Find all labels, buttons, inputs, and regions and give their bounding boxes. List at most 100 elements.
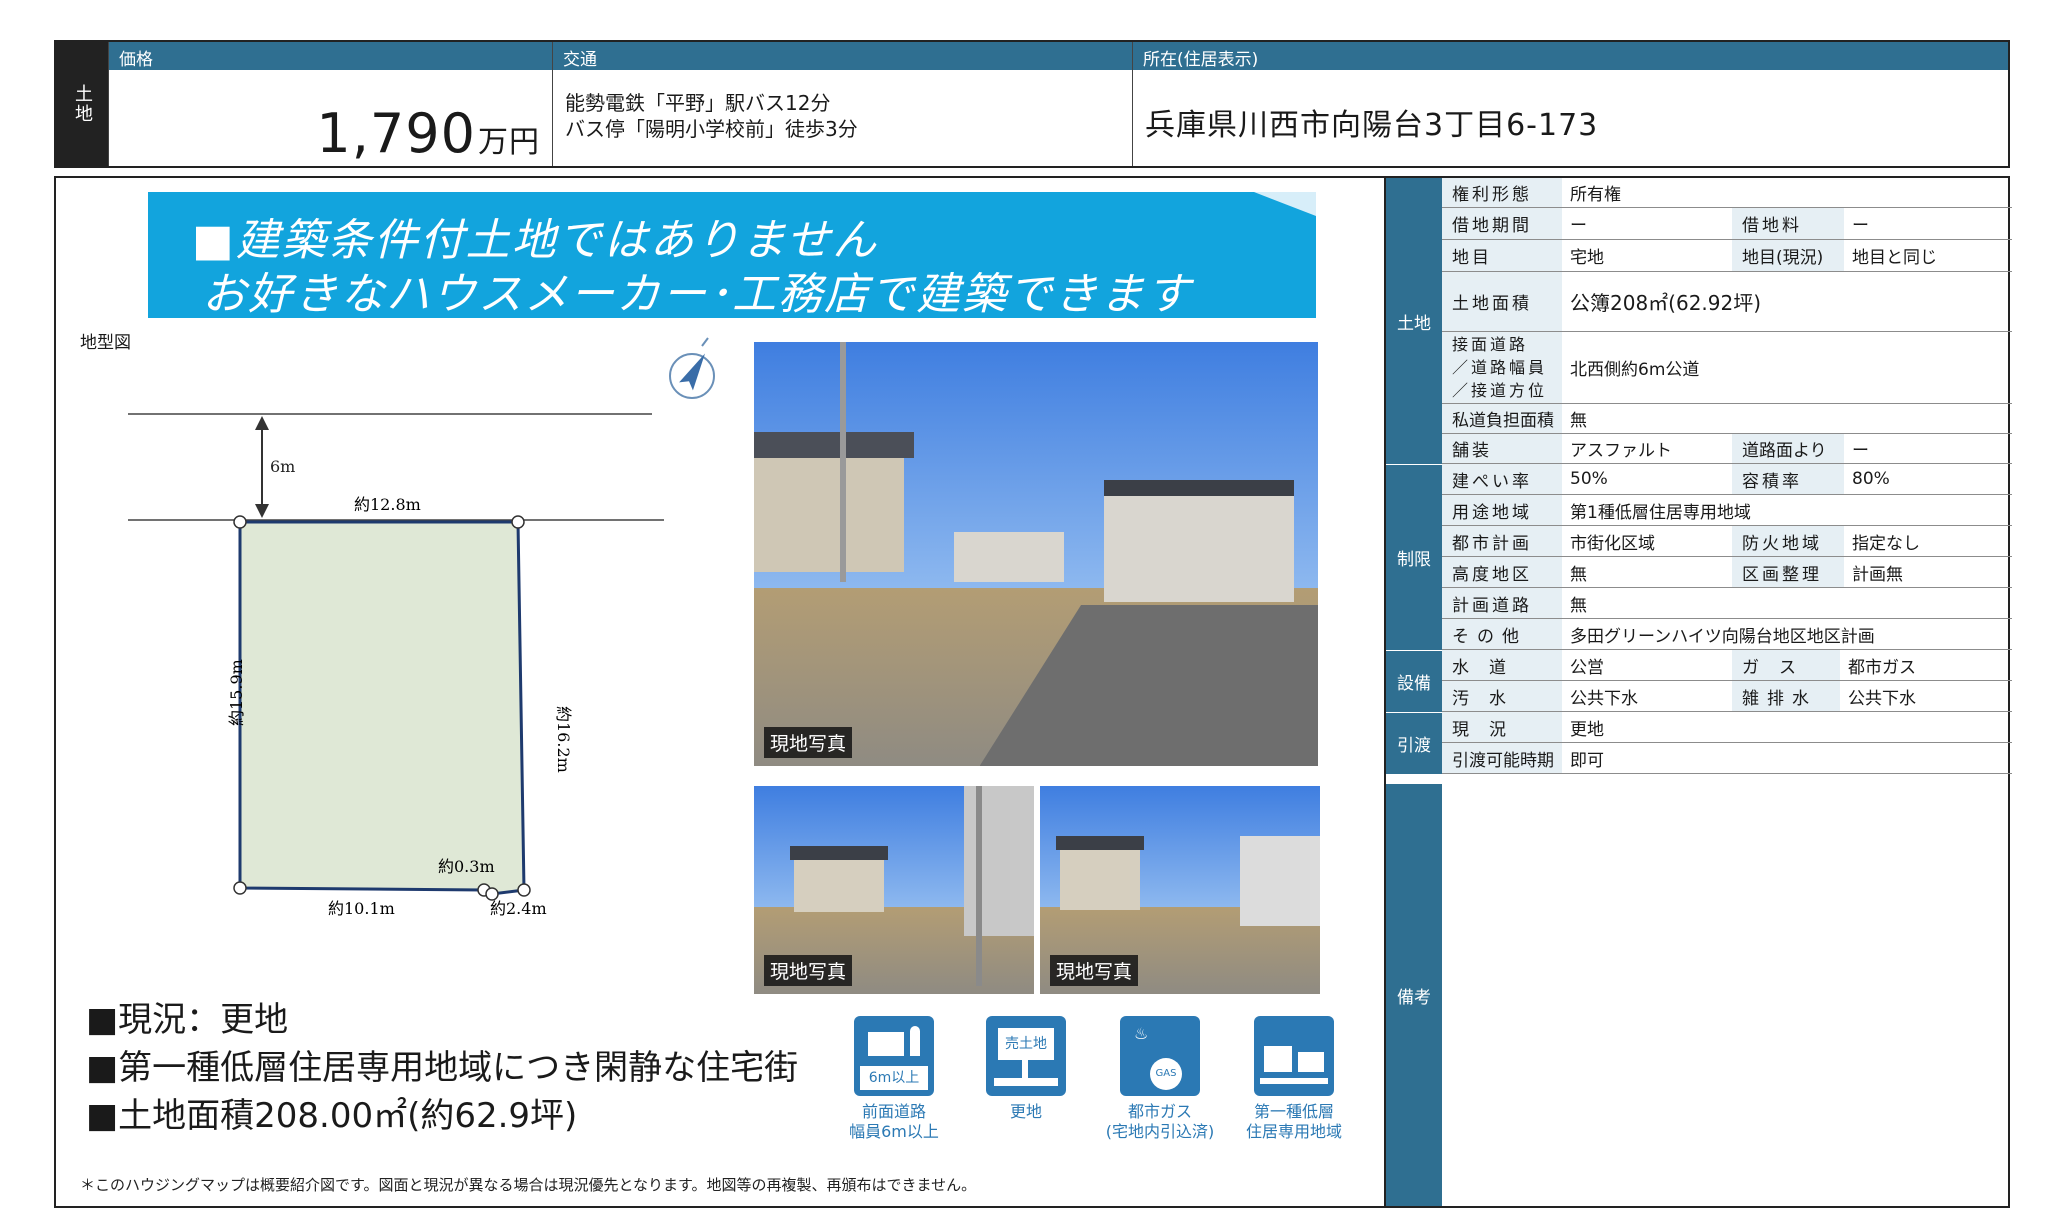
land-type-key: 地目 [1442, 240, 1562, 271]
right-edge-length: 約16.2m [554, 706, 573, 773]
gas-key: ガス [1732, 650, 1840, 680]
site-photo-right: 現地写真 [1040, 786, 1320, 994]
lot-shape [238, 520, 526, 896]
feature-vacant-land: 売土地 更地 [966, 1016, 1086, 1122]
feature-residential-zone: 第一種低層 住居専用地域 [1234, 1016, 1354, 1142]
band-facility: 設備 [1386, 650, 1442, 712]
other-value: 多田グリーンハイツ向陽台地区地区計画 [1570, 626, 1875, 647]
residential-zone-icon [1254, 1016, 1334, 1096]
photo-caption-left: 現地写真 [764, 955, 853, 986]
readjust-value: 計画無 [1852, 564, 1903, 585]
row-height-district: 高度地区 無 区画整理 計画無 [1442, 557, 2012, 588]
readjust-key: 区画整理 [1732, 557, 1844, 587]
photo-caption-main: 現地写真 [764, 727, 853, 758]
row-city-plan: 都市計画 市街化区域 防火地域 指定なし [1442, 526, 2012, 557]
bcr-key: 建ぺい率 [1442, 464, 1562, 494]
left-edge-length: 約15.9m [227, 659, 246, 726]
row-road: 接面道路 ／道路幅員 ／接道方位 北西側約6m公道 [1442, 332, 2012, 404]
sewage-key: 汚水 [1442, 681, 1562, 711]
row-water-gas: 水道 公営 ガス 都市ガス [1442, 650, 2012, 681]
road-height-key: 道路面より [1732, 434, 1844, 463]
feature-gas-label-1: 都市ガス [1127, 1102, 1192, 1121]
lease-fee-value: ー [1852, 216, 1869, 236]
highlights-list: ■現況：更地 ■第一種低層住居専用地域につき閑静な住宅街 ■土地面積208.00… [86, 996, 798, 1140]
feature-road-width: 6m以上 前面道路 幅員6m以上 [834, 1016, 954, 1142]
handover-key: 引渡可能時期 [1442, 743, 1562, 773]
road-key: 接面道路 ／道路幅員 ／接道方位 [1442, 332, 1562, 403]
band-handover: 引渡 [1386, 712, 1442, 774]
private-road-key: 私道負担面積 [1442, 404, 1562, 433]
feature-vacant-label: 更地 [1009, 1102, 1042, 1121]
feature-road-label-2: 幅員6m以上 [849, 1122, 939, 1141]
promo-banner: ■建築条件付土地ではありません お好きなハウスメーカー･工務店で建築できます [148, 192, 1316, 318]
road-icon: 6m以上 [854, 1016, 934, 1096]
fire-zone-key: 防火地域 [1732, 526, 1844, 556]
paving-value: アスファルト [1570, 441, 1672, 461]
price-label: 価格 [109, 42, 552, 70]
city-plan-key: 都市計画 [1442, 526, 1562, 556]
disclaimer-footnote: ＊このハウジングマップは概要紹介図です。図面と現況が異なる場合は現況優先となりま… [80, 1176, 977, 1194]
area-key: 土地面積 [1442, 272, 1562, 331]
height-district-key: 高度地区 [1442, 557, 1562, 587]
traffic-line-bus: バス停「陽明小学校前」徒歩3分 [565, 117, 858, 141]
category-tag: 土地 [56, 42, 108, 166]
city-plan-value: 市街化区域 [1570, 533, 1655, 554]
row-other: その他 多田グリーンハイツ向陽台地区地区計画 [1442, 619, 2012, 650]
sewage-value: 公共下水 [1570, 688, 1638, 709]
address-value: 兵庫県川西市向陽台3丁目6-173 [1145, 108, 1599, 143]
area-value: 公簿208㎡(62.92坪) [1570, 291, 1762, 315]
highlight-area: ■土地面積208.00㎡(約62.9坪) [86, 1096, 578, 1136]
feature-road-label-1: 前面道路 [861, 1102, 926, 1121]
property-spec-table: 土地 制限 設備 引渡 備考 権利形態 所有権 借地期間 ー 借地料 ー 地目 … [1384, 178, 2012, 1206]
status-value: 更地 [1570, 719, 1604, 740]
road-height-value: ー [1852, 441, 1869, 461]
north-compass-icon [669, 337, 715, 399]
row-status: 現況 更地 [1442, 712, 2012, 743]
bottom-edge-length: 約10.1m [328, 899, 395, 918]
price-number: 1,790 [316, 102, 476, 165]
city-gas-icon: ♨ GAS [1120, 1016, 1200, 1096]
zoning-key: 用途地域 [1442, 495, 1562, 525]
water-key: 水道 [1442, 650, 1562, 680]
address-column: 所在(住居表示) 兵庫県川西市向陽台3丁目6-173 [1132, 42, 2008, 166]
road-value: 北西側約6m公道 [1570, 360, 1700, 380]
small-edge-length: 約0.3m [438, 857, 495, 876]
row-private-road: 私道負担面積 無 [1442, 404, 2012, 434]
paving-key: 舗装 [1442, 434, 1562, 463]
site-photo-main: 現地写真 [754, 342, 1318, 766]
row-sewage: 汚水 公共下水 雑排水 公共下水 [1442, 681, 2012, 712]
land-type-value: 宅地 [1570, 248, 1604, 268]
other-key: その他 [1442, 619, 1562, 649]
highlight-zoning: ■第一種低層住居専用地域につき閑静な住宅街 [86, 1048, 799, 1088]
fire-zone-value: 指定なし [1852, 533, 1920, 554]
row-plan-road: 計画道路 無 [1442, 588, 2012, 619]
top-edge-length: 約12.8m [354, 495, 421, 514]
traffic-line-train: 能勢電鉄「平野」駅バス12分 [565, 91, 831, 115]
listing-body: ■建築条件付土地ではありません お好きなハウスメーカー･工務店で建築できます 地… [54, 176, 2012, 1208]
row-lease: 借地期間 ー 借地料 ー [1442, 208, 2012, 240]
price-unit: 万円 [478, 125, 540, 160]
gas-value: 都市ガス [1848, 657, 1916, 678]
plan-road-key: 計画道路 [1442, 588, 1562, 618]
rights-key: 権利形態 [1442, 178, 1562, 207]
rights-value: 所有権 [1570, 185, 1621, 205]
highlight-status: ■現況：更地 [86, 1000, 289, 1040]
band-land: 土地 [1386, 178, 1442, 464]
band-remarks: 備考 [1386, 784, 1442, 1206]
banner-corner-fold [1254, 192, 1316, 216]
land-type-now-key: 地目(現況) [1732, 240, 1844, 271]
bcr-value: 50% [1570, 469, 1608, 489]
row-rights: 権利形態 所有権 [1442, 178, 2012, 208]
drain-key: 雑排水 [1732, 681, 1840, 711]
far-value: 80% [1852, 469, 1890, 489]
water-value: 公営 [1570, 657, 1604, 678]
land-type-now-value: 地目と同じ [1852, 248, 1937, 268]
site-photo-left: 現地写真 [754, 786, 1034, 994]
row-land-type: 地目 宅地 地目(現況) 地目と同じ [1442, 240, 2012, 272]
row-area: 土地面積 公簿208㎡(62.92坪) [1442, 272, 2012, 332]
road-width-text: 6m [270, 457, 295, 476]
feature-zone-label-1: 第一種低層 [1253, 1102, 1334, 1121]
far-key: 容積率 [1732, 464, 1844, 494]
lease-fee-key: 借地料 [1732, 208, 1844, 239]
listing-header: 土地 価格 1,790万円 交通 能勢電鉄「平野」駅バス12分 バス停「陽明小学… [54, 40, 2010, 168]
